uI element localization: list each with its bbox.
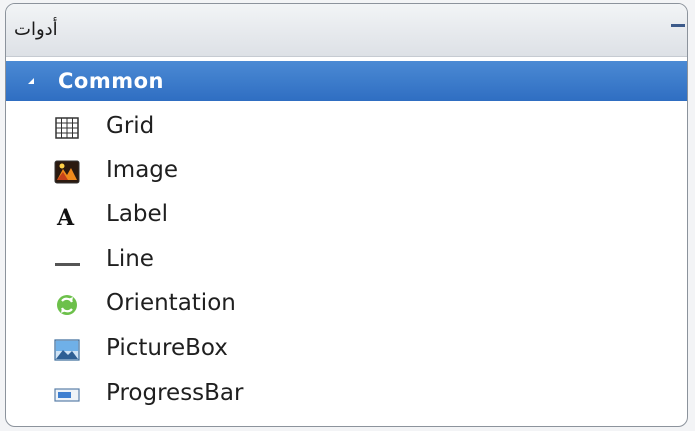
toolbox-item-orientation[interactable]: Orientation bbox=[6, 285, 687, 325]
svg-text:A: A bbox=[56, 205, 75, 228]
toolbox-item-grid[interactable]: Grid bbox=[6, 108, 687, 148]
toolbox-item-line[interactable]: Line bbox=[6, 241, 687, 281]
toolbox-item-label[interactable]: A Label bbox=[6, 196, 687, 236]
title-bar: أدوات bbox=[6, 4, 687, 57]
label-icon: A bbox=[56, 205, 75, 228]
category-label: Common bbox=[58, 69, 164, 93]
grid-icon bbox=[55, 117, 79, 139]
toolbox-panel: أدوات Common Grid Image A Label Line Ori… bbox=[5, 3, 688, 427]
toolbox-item-picturebox[interactable]: PictureBox bbox=[6, 330, 687, 370]
toolbox-item-label: Label bbox=[106, 201, 169, 227]
toolbox-item-label: PictureBox bbox=[106, 335, 228, 361]
toolbox-item-label: Orientation bbox=[106, 290, 236, 316]
picturebox-icon bbox=[54, 339, 80, 361]
toolbox-item-label: Grid bbox=[106, 113, 155, 139]
toolbox-item-label: Line bbox=[106, 246, 154, 272]
orientation-icon bbox=[57, 295, 77, 315]
toolbox-item-image[interactable]: Image bbox=[6, 152, 687, 192]
toolbox-item-label: Image bbox=[106, 157, 179, 183]
panel-title: أدوات bbox=[14, 19, 58, 40]
image-icon bbox=[54, 160, 80, 184]
toolbox-item-progressbar[interactable]: ProgressBar bbox=[6, 375, 687, 415]
expand-arrow-icon[interactable] bbox=[28, 78, 34, 84]
minimize-button[interactable] bbox=[669, 19, 687, 33]
line-icon bbox=[55, 263, 80, 266]
progressbar-icon bbox=[54, 388, 80, 402]
minimize-icon bbox=[671, 24, 685, 27]
category-header-common[interactable]: Common bbox=[6, 61, 687, 101]
toolbox-item-label: ProgressBar bbox=[106, 380, 244, 406]
